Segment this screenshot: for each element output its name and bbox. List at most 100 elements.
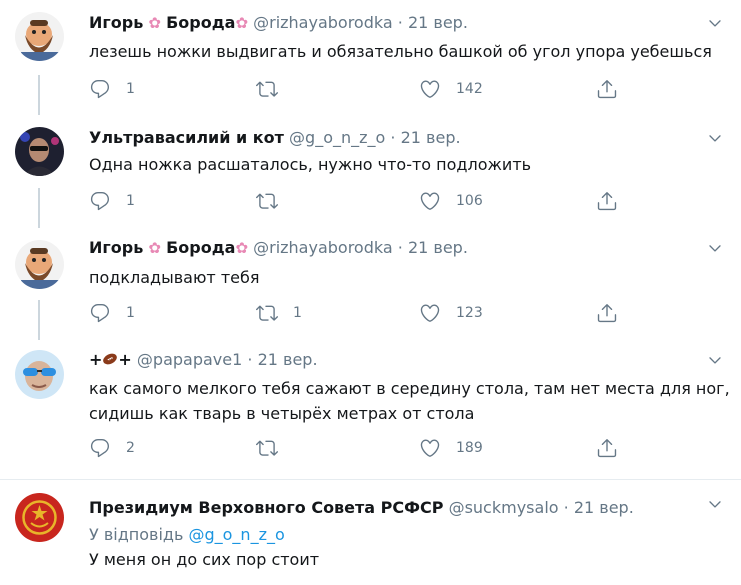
tweet-header: + + @papapave1 · 21 вер.	[89, 350, 318, 370]
like-button[interactable]: 106	[419, 190, 483, 212]
share-icon	[596, 78, 618, 100]
share-icon	[596, 190, 618, 212]
author-name[interactable]: Президиум Верховного Совета РСФСР	[89, 498, 443, 517]
author-handle[interactable]: @g_o_n_z_o	[289, 128, 385, 147]
replying-to-label: У відповідь	[89, 525, 184, 544]
author-handle[interactable]: @rizhayaborodka	[253, 238, 393, 257]
replying-to: У відповідь @g_o_n_z_o	[89, 522, 731, 547]
tweet-text-line: как самого мелкого тебя сажают в середин…	[89, 379, 730, 398]
like-icon	[419, 78, 441, 100]
author-name-suffix[interactable]: Борода	[166, 13, 235, 32]
chevron-down-icon[interactable]	[707, 130, 723, 146]
tweet-text: Одна ножка расшаталось, нужно что-то под…	[89, 155, 532, 174]
author-name[interactable]: Ультравасилий и кот	[89, 128, 284, 147]
chevron-down-icon[interactable]	[707, 15, 723, 31]
tweet-header: Президиум Верховного Совета РСФСР @suckm…	[89, 498, 634, 518]
flower-icon: ✿	[148, 239, 161, 257]
share-button[interactable]	[596, 302, 618, 324]
retweet-count: 1	[293, 305, 302, 321]
like-icon	[419, 302, 441, 324]
tweet[interactable]: Игорь ✿ Борода✿ @rizhayaborodka · 21 вер…	[0, 0, 741, 115]
retweet-button[interactable]	[256, 190, 278, 212]
tweet-date[interactable]: 21 вер.	[574, 498, 634, 517]
like-icon	[419, 190, 441, 212]
separator-dot: ·	[390, 128, 396, 147]
tweet-text-line: сидишь как тварь в четырёх метрах от сто…	[89, 404, 475, 423]
chevron-down-icon[interactable]	[707, 496, 723, 512]
author-handle[interactable]: @suckmysalo	[449, 498, 559, 517]
share-button[interactable]	[596, 437, 618, 459]
avatar[interactable]	[15, 493, 64, 542]
tweet-text: подкладывают тебя	[89, 268, 260, 287]
flower-icon: ✿	[148, 14, 161, 32]
like-count: 189	[456, 440, 483, 456]
separator-dot: ·	[397, 13, 403, 32]
reply-button[interactable]: 2	[89, 437, 135, 459]
share-button[interactable]	[596, 190, 618, 212]
retweet-icon	[256, 190, 278, 212]
avatar[interactable]	[15, 240, 64, 289]
tweet-header: Ультравасилий и кот @g_o_n_z_o · 21 вер.	[89, 128, 461, 148]
tweet-text: лезешь ножки выдвигать и обязательно баш…	[89, 42, 712, 61]
reply-count: 1	[126, 305, 135, 321]
chevron-down-icon[interactable]	[707, 240, 723, 256]
retweet-icon	[256, 78, 278, 100]
separator-dot: ·	[563, 498, 569, 517]
author-name-suffix[interactable]: +	[118, 350, 131, 369]
retweet-button[interactable]	[256, 437, 278, 459]
author-name[interactable]: Игорь	[89, 13, 143, 32]
tweet-actions: 1 142	[89, 78, 729, 100]
like-button[interactable]: 142	[419, 78, 483, 100]
share-button[interactable]	[596, 78, 618, 100]
tweet-header: Игорь ✿ Борода✿ @rizhayaborodka · 21 вер…	[89, 238, 468, 258]
retweet-icon	[256, 302, 278, 324]
flower-icon: ✿	[235, 239, 249, 257]
avatar[interactable]	[15, 12, 64, 61]
chevron-down-icon[interactable]	[707, 352, 723, 368]
avatar[interactable]	[15, 127, 64, 176]
like-button[interactable]: 123	[419, 302, 483, 324]
reply-button[interactable]: 1	[89, 302, 135, 324]
author-name[interactable]: +	[89, 350, 102, 369]
football-icon	[102, 351, 118, 365]
retweet-button[interactable]: 1	[256, 302, 302, 324]
retweet-button[interactable]	[256, 78, 278, 100]
avatar[interactable]	[15, 350, 64, 399]
flower-icon: ✿	[235, 14, 249, 32]
tweet-date[interactable]: 21 вер.	[408, 13, 468, 32]
tweet-text: У меня он до сих пор стоит	[89, 550, 320, 569]
tweet[interactable]: + + @papapave1 · 21 вер. как самого мелк…	[0, 340, 741, 478]
tweet-actions: 1 1 123	[89, 302, 729, 324]
share-icon	[596, 437, 618, 459]
reply-icon	[89, 190, 111, 212]
like-count: 123	[456, 305, 483, 321]
tweet-date[interactable]: 21 вер.	[401, 128, 461, 147]
replying-to-handle[interactable]: @g_o_n_z_o	[188, 525, 284, 544]
tweet-date[interactable]: 21 вер.	[258, 350, 318, 369]
reply-icon	[89, 302, 111, 324]
tweet[interactable]: Президиум Верховного Совета РСФСР @suckm…	[0, 480, 741, 585]
separator-dot: ·	[247, 350, 253, 369]
tweet-header: Игорь ✿ Борода✿ @rizhayaborodka · 21 вер…	[89, 13, 468, 33]
share-icon	[596, 302, 618, 324]
separator-dot: ·	[397, 238, 403, 257]
reply-button[interactable]: 1	[89, 78, 135, 100]
author-name[interactable]: Игорь	[89, 238, 143, 257]
like-count: 106	[456, 193, 483, 209]
tweet-actions: 1 106	[89, 190, 729, 212]
tweet-date[interactable]: 21 вер.	[408, 238, 468, 257]
reply-icon	[89, 78, 111, 100]
reply-count: 1	[126, 193, 135, 209]
author-handle[interactable]: @rizhayaborodka	[253, 13, 393, 32]
like-icon	[419, 437, 441, 459]
tweet[interactable]: Игорь ✿ Борода✿ @rizhayaborodka · 21 вер…	[0, 228, 741, 340]
author-handle[interactable]: @papapave1	[137, 350, 242, 369]
like-count: 142	[456, 81, 483, 97]
tweet[interactable]: Ультравасилий и кот @g_o_n_z_o · 21 вер.…	[0, 115, 741, 228]
reply-icon	[89, 437, 111, 459]
like-button[interactable]: 189	[419, 437, 483, 459]
tweet-text: как самого мелкого тебя сажают в середин…	[89, 376, 731, 426]
reply-button[interactable]: 1	[89, 190, 135, 212]
author-name-suffix[interactable]: Борода	[166, 238, 235, 257]
tweet-actions: 2 189	[89, 437, 729, 459]
